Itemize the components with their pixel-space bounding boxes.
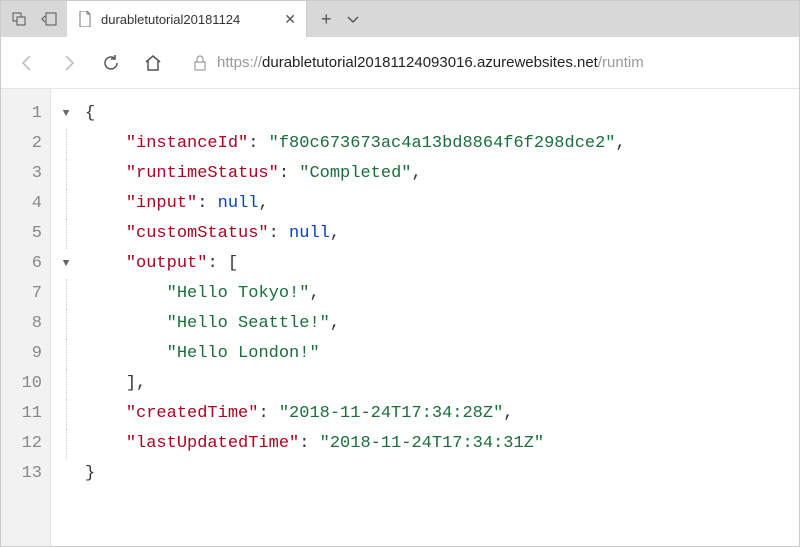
forward-button[interactable] [59,53,79,73]
chevron-down-icon[interactable] [346,12,360,26]
indent-guide [66,399,67,429]
line-number: 6 [1,249,42,279]
code-line: "input": null, [85,189,626,219]
refresh-button[interactable] [101,53,121,73]
back-button[interactable] [17,53,37,73]
fold-toggle-icon[interactable]: ▼ [63,99,70,129]
line-number: 8 [1,309,42,339]
line-number: 2 [1,129,42,159]
line-number: 10 [1,369,42,399]
fold-column: ▼▼ [51,89,81,546]
code-line: "runtimeStatus": "Completed", [85,159,626,189]
line-number-gutter: 12345678910111213 [1,89,51,546]
line-number: 1 [1,99,42,129]
tab-actions-icon[interactable] [7,7,31,31]
line-number: 3 [1,159,42,189]
code-line: "Hello Tokyo!", [85,279,626,309]
new-tab-icon[interactable]: + [321,9,332,30]
line-number: 11 [1,399,42,429]
line-number: 9 [1,339,42,369]
indent-guide [66,339,67,369]
code-line: "customStatus": null, [85,219,626,249]
code-line: "Hello Seattle!", [85,309,626,339]
code-line: "Hello London!" [85,339,626,369]
json-viewer: 12345678910111213 ▼▼ { "instanceId": "f8… [1,89,799,546]
fold-toggle-icon[interactable]: ▼ [63,249,70,279]
line-number: 4 [1,189,42,219]
code-line: "output": [ [85,249,626,279]
tab-strip-actions: + [307,1,360,37]
indent-guide [66,429,67,459]
home-button[interactable] [143,53,163,73]
url-scheme: https:// [217,54,262,71]
code-line: "instanceId": "f80c673673ac4a13bd8864f6f… [85,129,626,159]
browser-tab[interactable]: durabletutorial20181124 ✕ [67,1,307,37]
indent-guide [66,219,67,249]
indent-guide [66,159,67,189]
url-host: durabletutorial20181124093016.azurewebsi… [262,54,598,71]
code-line: "lastUpdatedTime": "2018-11-24T17:34:31Z… [85,429,626,459]
close-tab-icon[interactable]: ✕ [284,11,296,28]
url-text: https://durabletutorial20181124093016.az… [217,54,783,71]
indent-guide [66,309,67,339]
line-number: 7 [1,279,42,309]
lock-icon [193,55,207,71]
line-number: 13 [1,459,42,489]
indent-guide [66,189,67,219]
indent-guide [66,129,67,159]
file-icon [77,11,93,27]
address-bar[interactable]: https://durabletutorial20181124093016.az… [185,54,783,71]
line-number: 12 [1,429,42,459]
set-aside-tabs-icon[interactable] [37,7,61,31]
indent-guide [66,279,67,309]
code-line: "createdTime": "2018-11-24T17:34:28Z", [85,399,626,429]
window-controls [1,1,67,37]
nav-toolbar: https://durabletutorial20181124093016.az… [1,37,799,89]
code-content[interactable]: { "instanceId": "f80c673673ac4a13bd8864f… [81,89,626,546]
code-line: { [85,99,626,129]
url-path: /runtim [598,54,644,71]
line-number: 5 [1,219,42,249]
indent-guide [66,369,67,399]
tab-title: durabletutorial20181124 [101,12,276,27]
code-line: ], [85,369,626,399]
title-bar: durabletutorial20181124 ✕ + [1,1,799,37]
code-line: } [85,459,626,489]
